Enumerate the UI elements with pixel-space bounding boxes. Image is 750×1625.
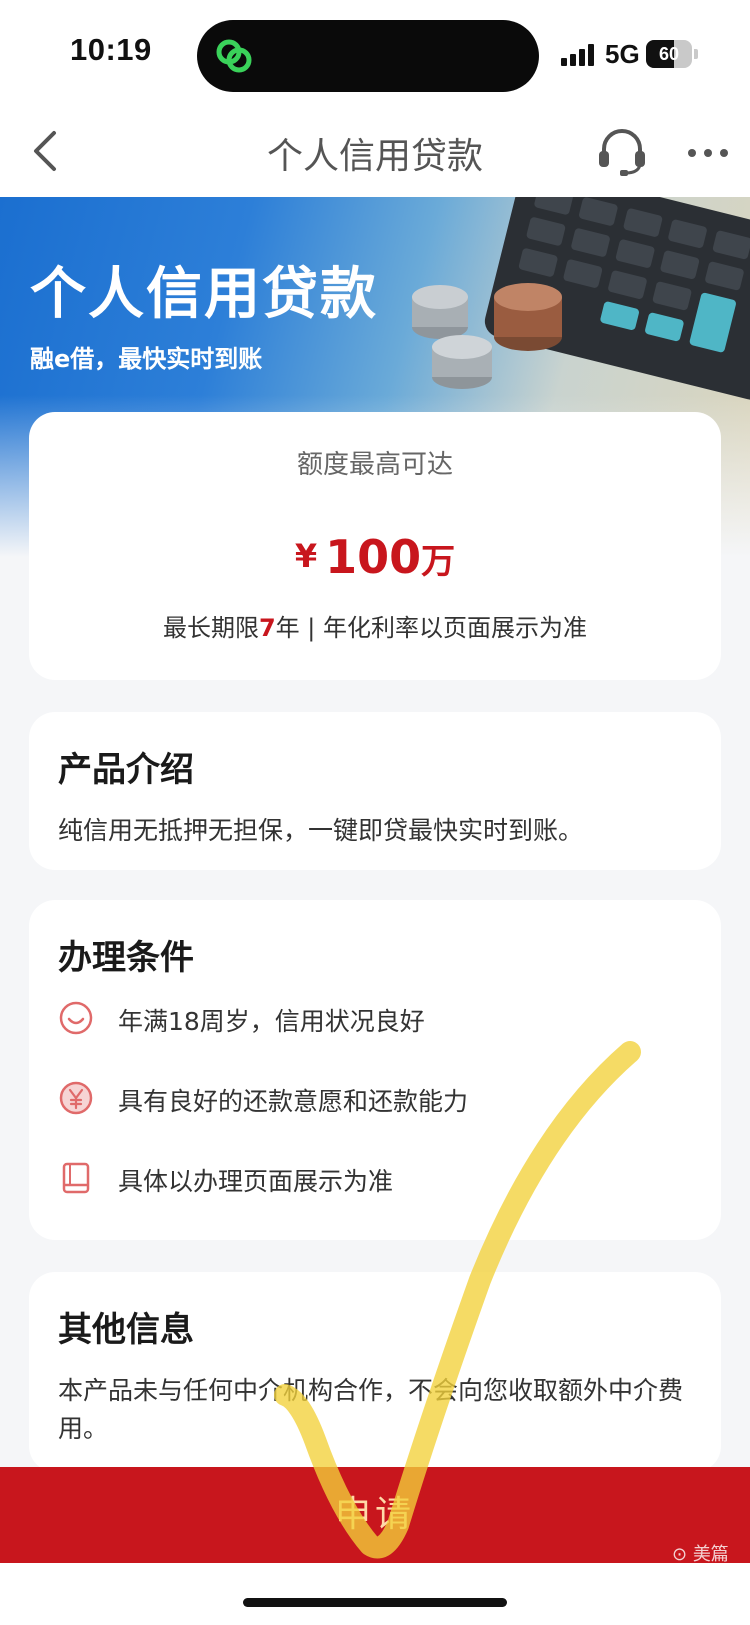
headset-icon[interactable] — [596, 127, 648, 177]
more-dots-icon[interactable] — [684, 127, 732, 177]
quota-terms: 最长期限7年 | 年化利率以页面展示为准 — [29, 608, 721, 643]
bottom-safe-area — [0, 1563, 750, 1625]
yen-coin-icon — [59, 1081, 93, 1115]
other-info-card: 其他信息 本产品未与任何中介机构合作，不会向您收取额外中介费用。 — [29, 1272, 721, 1472]
status-bar: 10:19 5G 60 — [0, 0, 750, 105]
conditions-card: 办理条件 年满18周岁，信用状况良好 具有良好的还款意愿和还款能力 具体以办理页… — [29, 900, 721, 1240]
battery-percent: 60 — [658, 44, 680, 64]
banner-subtitle: 融e借，最快实时到账 — [30, 345, 263, 373]
calculator-coins-image — [412, 197, 750, 400]
quota-label: 额度最高可达 — [296, 450, 453, 480]
other-text: 本产品未与任何中介机构合作，不会向您收取额外中介费用。 — [58, 1376, 684, 1443]
currency-symbol: ¥ — [294, 537, 318, 575]
condition-item: 年满18周岁，信用状况良好 — [58, 998, 678, 1038]
status-time: 10:19 — [70, 32, 152, 67]
watermark-text: 美篇 — [692, 1544, 729, 1565]
quota-value: 100 — [325, 530, 422, 584]
terms-years: 7 — [258, 614, 276, 642]
intro-text: 纯信用无抵押无担保，一键即贷最快实时到账。 — [58, 816, 584, 845]
cellular-signal-icon — [561, 42, 597, 66]
quota-unit: 万 — [421, 542, 456, 582]
condition-item: 具有良好的还款意愿和还款能力 — [58, 1078, 678, 1118]
apply-button[interactable]: 申请 — [0, 1467, 750, 1563]
network-type: 5G — [605, 39, 640, 69]
battery-icon: 60 — [646, 40, 692, 68]
condition-text: 具有良好的还款意愿和还款能力 — [118, 1087, 469, 1116]
nav-bar: 个人信用贷款 — [0, 105, 750, 197]
quota-card: 额度最高可达 ¥100万 最长期限7年 | 年化利率以页面展示为准 — [29, 412, 721, 680]
section-title-conditions: 办理条件 — [56, 930, 194, 979]
chevron-left-icon[interactable] — [24, 125, 74, 177]
terms-suffix: 年 | 年化利率以页面展示为准 — [275, 614, 588, 642]
banner-title: 个人信用贷款 — [30, 262, 378, 327]
condition-text: 具体以办理页面展示为准 — [118, 1167, 394, 1196]
condition-item: 具体以办理页面展示为准 — [58, 1158, 678, 1198]
page-title: 个人信用贷款 — [266, 136, 483, 177]
product-intro-card: 产品介绍 纯信用无抵押无担保，一键即贷最快实时到账。 — [29, 712, 721, 870]
section-title-intro: 产品介绍 — [56, 742, 194, 791]
book-icon — [62, 1162, 90, 1194]
chain-link-icon — [216, 39, 252, 73]
condition-text: 年满18周岁，信用状况良好 — [118, 1007, 425, 1036]
quota-amount: ¥100万 — [29, 530, 721, 584]
terms-prefix: 最长期限 — [162, 614, 259, 642]
dynamic-island — [197, 20, 539, 92]
section-title-other: 其他信息 — [56, 1302, 194, 1351]
home-indicator[interactable] — [243, 1598, 507, 1607]
battery-tip — [694, 49, 698, 59]
smile-icon — [59, 1001, 93, 1035]
